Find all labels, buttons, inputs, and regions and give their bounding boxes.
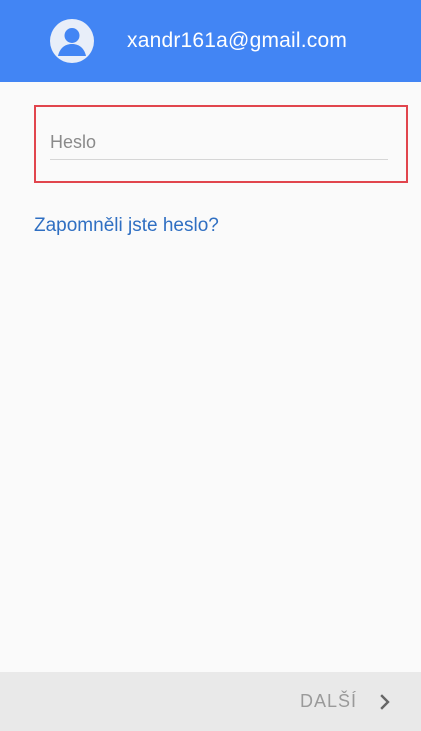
chevron-right-icon: [379, 693, 391, 710]
password-field-container: [34, 105, 408, 183]
account-circle-icon: [50, 19, 94, 63]
next-button-label: DALŠÍ: [299, 691, 357, 711]
password-screen: xandr161a@gmail.com Zapomněli jste heslo…: [0, 0, 421, 731]
account-email: xandr161a@gmail.com: [127, 29, 348, 52]
account-header: xandr161a@gmail.com: [0, 0, 421, 82]
forgot-password-link[interactable]: Zapomněli jste heslo?: [34, 215, 219, 237]
password-input[interactable]: [50, 125, 388, 160]
next-button[interactable]: DALŠÍ: [300, 672, 391, 731]
main-content: Zapomněli jste heslo?: [0, 82, 421, 672]
bottom-action-bar: DALŠÍ: [0, 672, 421, 731]
